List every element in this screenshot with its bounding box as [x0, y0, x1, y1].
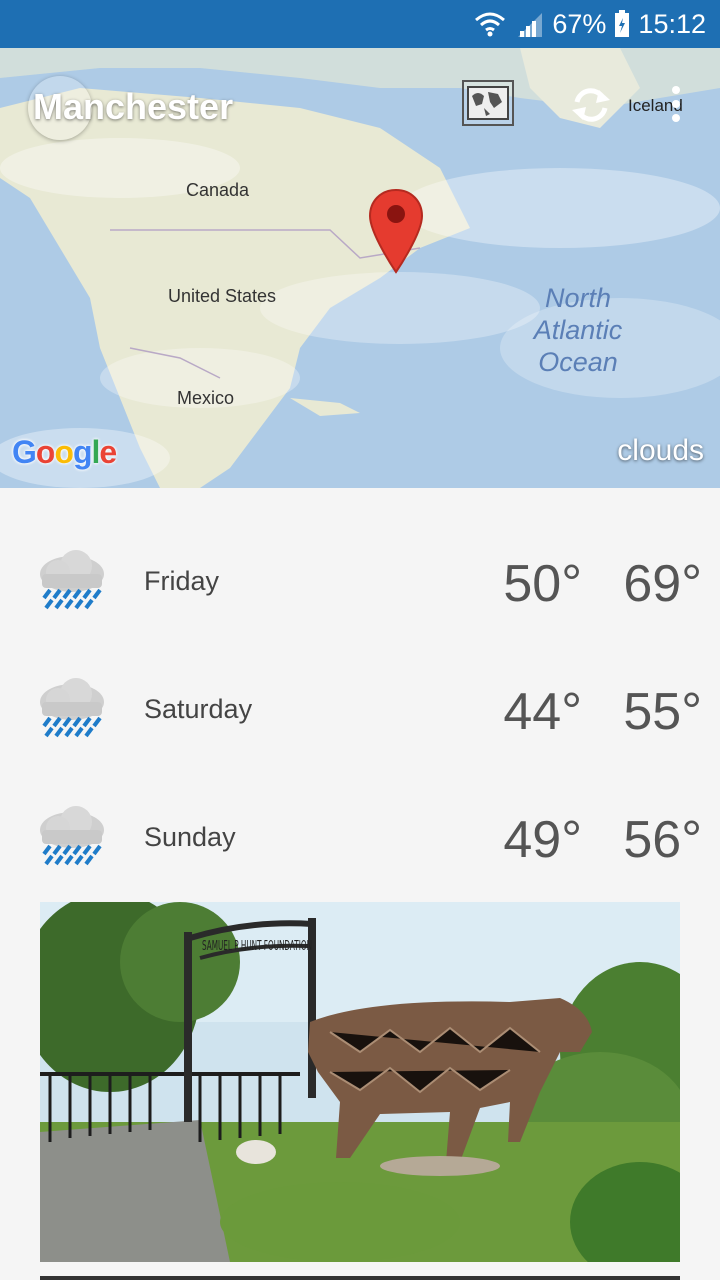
map-label-united-states: United States	[168, 286, 277, 306]
rain-icon	[40, 806, 104, 866]
forecast-row[interactable]: Saturday 44° 55°	[0, 616, 720, 744]
google-logo: Google	[12, 434, 117, 470]
map-header[interactable]: Manchester Iceland Canada United States …	[0, 48, 720, 488]
battery-icon	[615, 10, 630, 37]
high-temp: 69°	[623, 555, 702, 613]
forecast-list: Friday 50° 69° Saturday 44° 55° Sunday 4…	[0, 488, 720, 872]
sign-text: SAMUEL P HUNT FOUNDATION	[202, 939, 312, 954]
low-temp: 50°	[503, 555, 582, 613]
current-condition: clouds	[617, 434, 704, 467]
next-card-edge	[40, 1276, 680, 1280]
day-label: Saturday	[144, 694, 253, 724]
high-temp: 56°	[623, 811, 702, 869]
bull-statue-image: SAMUEL P HUNT FOUNDATION	[40, 902, 680, 1262]
battery-percent: 67%	[552, 8, 607, 39]
map-view-button[interactable]	[462, 80, 514, 126]
map-label-ocean: North Atlantic Ocean	[533, 283, 623, 377]
high-temp: 55°	[623, 683, 702, 741]
forecast-row[interactable]: Friday 50° 69°	[0, 488, 720, 616]
forecast-row[interactable]: Sunday 49° 56°	[0, 744, 720, 872]
day-label: Friday	[144, 566, 220, 596]
signal-icon	[518, 13, 543, 37]
location-pin-icon[interactable]	[368, 188, 424, 274]
wifi-icon	[475, 12, 506, 37]
low-temp: 49°	[503, 811, 582, 869]
low-temp: 44°	[503, 683, 582, 741]
city-photo[interactable]: SAMUEL P HUNT FOUNDATION	[40, 902, 680, 1262]
day-label: Sunday	[144, 822, 236, 852]
clock: 15:12	[638, 8, 706, 39]
rain-icon	[40, 678, 104, 738]
refresh-icon[interactable]	[568, 82, 614, 128]
map-label-canada: Canada	[186, 180, 250, 200]
more-options-icon[interactable]	[664, 84, 688, 124]
city-name: Manchester	[33, 86, 234, 127]
status-bar: 67% 15:12	[0, 0, 720, 48]
map-label-mexico: Mexico	[177, 388, 235, 408]
rain-icon	[40, 550, 104, 610]
world-map-icon	[467, 86, 509, 120]
